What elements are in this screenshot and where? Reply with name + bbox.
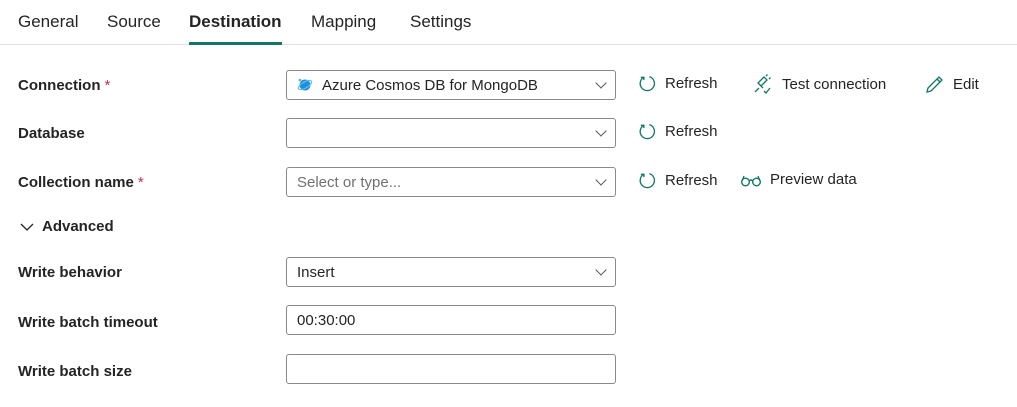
write-batch-size-input[interactable]: [286, 354, 616, 384]
preview-data-label: Preview data: [770, 171, 857, 188]
preview-data-button[interactable]: Preview data: [740, 171, 857, 188]
connection-value: Azure Cosmos DB for MongoDB: [322, 76, 538, 94]
required-marker: *: [137, 174, 144, 191]
tab-general[interactable]: General: [18, 12, 78, 45]
refresh-icon: [639, 76, 656, 92]
chevron-down-icon: [595, 174, 607, 186]
refresh-label: Refresh: [665, 172, 718, 189]
collection-combobox[interactable]: Select or type...: [286, 167, 616, 197]
plug-icon: [754, 74, 771, 94]
refresh-icon: [639, 173, 656, 189]
refresh-icon: [639, 124, 656, 140]
collection-label-text: Collection name: [18, 174, 134, 191]
tab-settings[interactable]: Settings: [410, 12, 471, 45]
pencil-icon: [926, 76, 943, 93]
collection-placeholder: Select or type...: [297, 173, 402, 191]
connection-label: Connection *: [18, 77, 110, 94]
tab-destination[interactable]: Destination: [189, 12, 282, 45]
tab-source[interactable]: Source: [107, 12, 161, 45]
tab-mapping[interactable]: Mapping: [311, 12, 376, 45]
write-batch-size-label: Write batch size: [18, 363, 132, 380]
write-behavior-value: Insert: [297, 263, 335, 281]
chevron-down-icon: [595, 264, 607, 276]
edit-label: Edit: [953, 75, 979, 93]
refresh-connection-button[interactable]: Refresh: [638, 74, 718, 93]
refresh-database-button[interactable]: Refresh: [638, 122, 718, 141]
connection-label-text: Connection: [18, 77, 101, 94]
test-connection-button[interactable]: Test connection: [752, 74, 886, 94]
advanced-label: Advanced: [42, 218, 114, 235]
refresh-label: Refresh: [665, 123, 718, 140]
chevron-down-icon: [20, 223, 34, 231]
database-label: Database: [18, 125, 85, 142]
collection-label: Collection name *: [18, 174, 144, 191]
chevron-down-icon: [595, 77, 607, 89]
write-batch-timeout-value: 00:30:00: [297, 311, 356, 329]
chevron-down-icon: [595, 125, 607, 137]
advanced-toggle[interactable]: Advanced: [20, 218, 114, 235]
write-behavior-dropdown[interactable]: Insert: [286, 257, 616, 287]
glasses-icon: [741, 175, 761, 186]
edit-button[interactable]: Edit: [925, 74, 979, 94]
refresh-label: Refresh: [665, 75, 718, 92]
database-dropdown[interactable]: [286, 118, 616, 148]
write-batch-timeout-input[interactable]: 00:30:00: [286, 305, 616, 335]
tab-bar: General Source Destination Mapping Setti…: [0, 0, 1017, 45]
cosmos-db-icon: [297, 77, 313, 93]
required-marker: *: [104, 77, 111, 94]
connection-dropdown[interactable]: Azure Cosmos DB for MongoDB: [286, 70, 616, 100]
refresh-collection-button[interactable]: Refresh: [638, 171, 718, 190]
write-batch-timeout-label: Write batch timeout: [18, 314, 158, 331]
test-connection-label: Test connection: [782, 75, 887, 93]
write-behavior-label: Write behavior: [18, 264, 122, 281]
